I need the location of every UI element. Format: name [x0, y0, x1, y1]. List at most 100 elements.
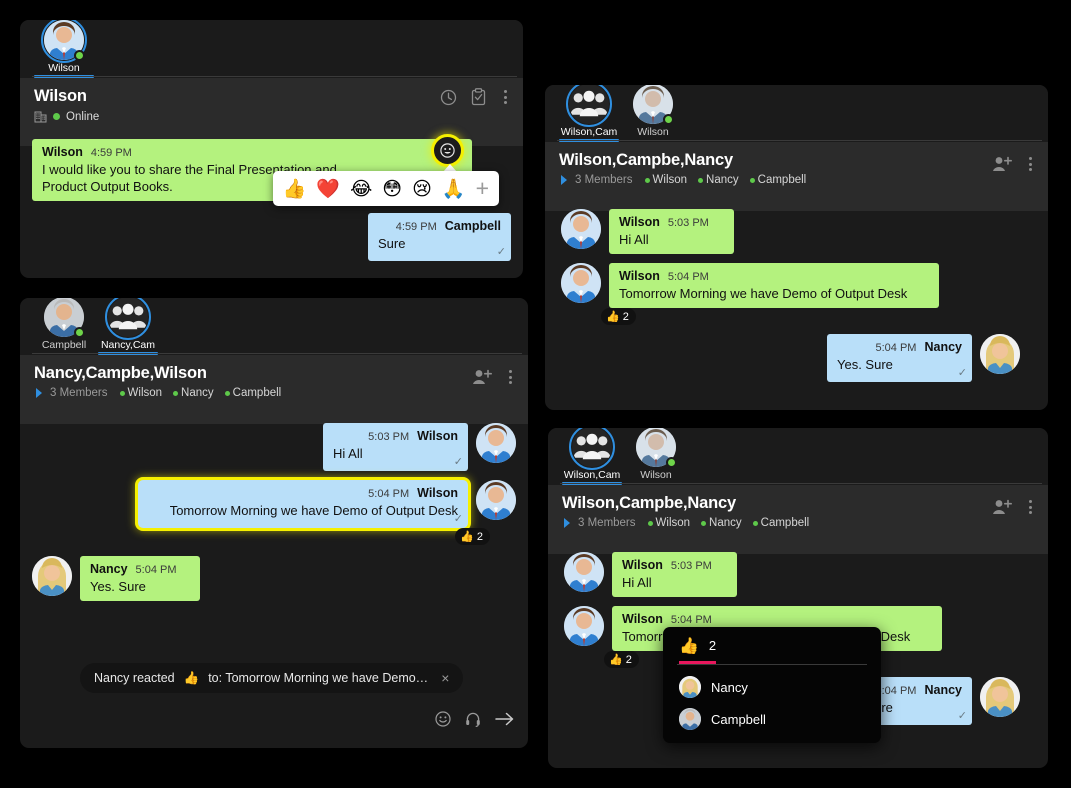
reaction-emoji: 👍	[460, 530, 474, 543]
message-time: 5:03 PM	[368, 431, 410, 443]
presence-indicator	[666, 457, 677, 468]
tab-wilson[interactable]: Wilson	[32, 20, 96, 78]
more-options-icon[interactable]	[1025, 498, 1036, 516]
message-row: Wilson 5:03 PM Hi All	[561, 209, 1036, 254]
add-member-icon[interactable]	[992, 156, 1012, 172]
more-options-icon[interactable]	[1025, 155, 1036, 173]
message-sender: Wilson	[619, 269, 660, 283]
message-row: Wilson 4:59 PM I would like you to share …	[32, 134, 511, 206]
member-name: Nancy	[709, 517, 742, 529]
more-options-icon[interactable]	[500, 88, 511, 106]
reaction-toast[interactable]: Nancy reacted 👍 to: Tomorrow Morning we …	[80, 663, 464, 693]
expand-members-icon[interactable]	[34, 387, 44, 399]
status-dot	[53, 113, 60, 120]
more-options-icon[interactable]	[505, 368, 516, 386]
avatar	[566, 85, 612, 127]
expand-members-icon[interactable]	[562, 517, 572, 529]
avatar-nancy	[679, 676, 701, 698]
member-chip[interactable]: Wilson	[647, 517, 691, 529]
emoji-icon[interactable]	[435, 711, 451, 732]
member-list: Wilson Nancy Campbell	[119, 387, 281, 399]
emoji-joy[interactable]: 😂	[350, 178, 372, 200]
emoji-heart[interactable]: ❤️	[316, 177, 340, 200]
message-time: 4:59 PM	[90, 147, 132, 159]
close-icon[interactable]: ×	[441, 670, 449, 686]
send-icon[interactable]	[495, 712, 514, 731]
emoji-cry[interactable]: 😢	[412, 178, 432, 200]
emoji-thumbsup[interactable]: 👍	[283, 177, 307, 200]
tab-label: Wilson,Cam	[563, 469, 621, 481]
message-bubble[interactable]: Wilson 5:03 PM Hi All	[612, 552, 737, 597]
tab-nancy-cam[interactable]: Nancy,Cam	[96, 298, 160, 355]
emoji-reaction-icon[interactable]	[431, 134, 464, 167]
history-clock-icon[interactable]	[440, 89, 457, 106]
header-actions	[992, 498, 1036, 516]
emoji-pray[interactable]: 🙏	[442, 177, 466, 200]
message-sender: Campbell	[444, 219, 501, 233]
avatar	[44, 298, 85, 338]
page-title: Wilson,Campbe,Nancy	[562, 494, 736, 512]
add-member-icon[interactable]	[992, 499, 1012, 515]
message-row: 5:03 PM Wilson Hi All ✓	[32, 423, 516, 471]
message-list: Wilson 5:03 PM Hi All Wilson 5:04 PM Tomor…	[545, 195, 1048, 410]
toast-emoji: 👍	[183, 670, 200, 685]
toast-text-after: to: Tomorrow Morning we have Demo…	[208, 671, 429, 685]
members-count: 3 Members	[578, 517, 636, 529]
reaction-details-popup[interactable]: 👍 2 Nancy Campbell	[663, 627, 881, 743]
message-sender: Nancy	[924, 340, 962, 354]
member-name: Wilson	[652, 174, 688, 186]
member-chip[interactable]: Wilson	[644, 174, 688, 186]
message-bubble[interactable]: 5:04 PM Nancy Yes. Sure ✓	[827, 334, 972, 382]
tab-wilson[interactable]: Wilson	[624, 428, 688, 484]
message-sender: Nancy	[924, 683, 962, 697]
avatar-wilson	[561, 209, 601, 249]
member-name: Wilson	[655, 517, 691, 529]
message-sender: Wilson	[417, 429, 458, 443]
message-bubble[interactable]: Wilson 5:04 PM Tomorrow Morning we have D…	[601, 263, 939, 325]
reaction-chip[interactable]: 👍 2	[455, 528, 490, 545]
message-bubble[interactable]: 5:03 PM Wilson Hi All ✓	[323, 423, 468, 471]
message-time: 4:59 PM	[395, 221, 437, 233]
message-bubble-highlighted[interactable]: 5:04 PM Wilson Tomorrow Morning we have D…	[138, 480, 490, 545]
tab-strip: Wilson	[20, 20, 523, 78]
avatar-wilson	[561, 263, 601, 303]
emoji-picker[interactable]: 👍 ❤️ 😂 😳 😢 🙏 +	[272, 171, 499, 206]
tab-wilson-cam[interactable]: Wilson,Cam	[560, 428, 624, 485]
message-bubble[interactable]: 4:59 PM Campbell Sure ✓	[368, 213, 511, 261]
members-count: 3 Members	[575, 174, 633, 186]
reactor-list-item[interactable]: Campbell	[663, 703, 881, 735]
member-chip[interactable]: Nancy	[701, 517, 742, 529]
add-member-icon[interactable]	[472, 369, 492, 385]
reactor-list-item[interactable]: Nancy	[663, 671, 881, 703]
tab-campbell[interactable]: Campbell	[32, 298, 96, 354]
emoji-add-more-icon[interactable]: +	[476, 177, 489, 200]
member-chip[interactable]: Nancy	[173, 387, 214, 399]
member-chip[interactable]: Wilson	[119, 387, 162, 399]
reaction-tab-emoji: 👍	[679, 636, 699, 655]
message-bubble[interactable]: Wilson 5:03 PM Hi All	[609, 209, 734, 254]
emoji-flushed[interactable]: 😳	[382, 178, 402, 200]
avatar-wilson	[564, 606, 604, 646]
page-title: Nancy,Campbe,Wilson	[34, 364, 207, 382]
reaction-chip[interactable]: 👍 2	[601, 308, 636, 325]
message-text: Yes. Sure	[90, 579, 146, 594]
headset-icon[interactable]	[465, 711, 481, 732]
tab-divider	[557, 140, 1042, 141]
chat-panel-one-to-one: Wilson Wilson Online Wilson 4:59 PM I wo…	[20, 20, 523, 278]
expand-members-icon[interactable]	[559, 174, 569, 186]
tab-wilson[interactable]: Wilson	[621, 85, 685, 141]
clipboard-check-icon[interactable]	[470, 88, 487, 106]
reaction-tab-thumbsup[interactable]: 👍 2	[679, 636, 717, 664]
member-chip[interactable]: Nancy	[698, 174, 739, 186]
member-name: Nancy	[706, 174, 739, 186]
reaction-chip[interactable]: 👍 2	[604, 651, 639, 668]
member-chip[interactable]: Campbell	[749, 174, 806, 186]
member-name: Nancy	[181, 387, 214, 399]
message-bubble[interactable]: Nancy 5:04 PM Yes. Sure	[80, 556, 200, 601]
member-chip[interactable]: Campbell	[224, 387, 281, 399]
reactor-name: Campbell	[711, 711, 766, 727]
composer-actions	[435, 711, 514, 732]
tab-wilson-cam[interactable]: Wilson,Cam	[557, 85, 621, 142]
message-time: 5:04 PM	[875, 685, 917, 697]
member-chip[interactable]: Campbell	[752, 517, 809, 529]
